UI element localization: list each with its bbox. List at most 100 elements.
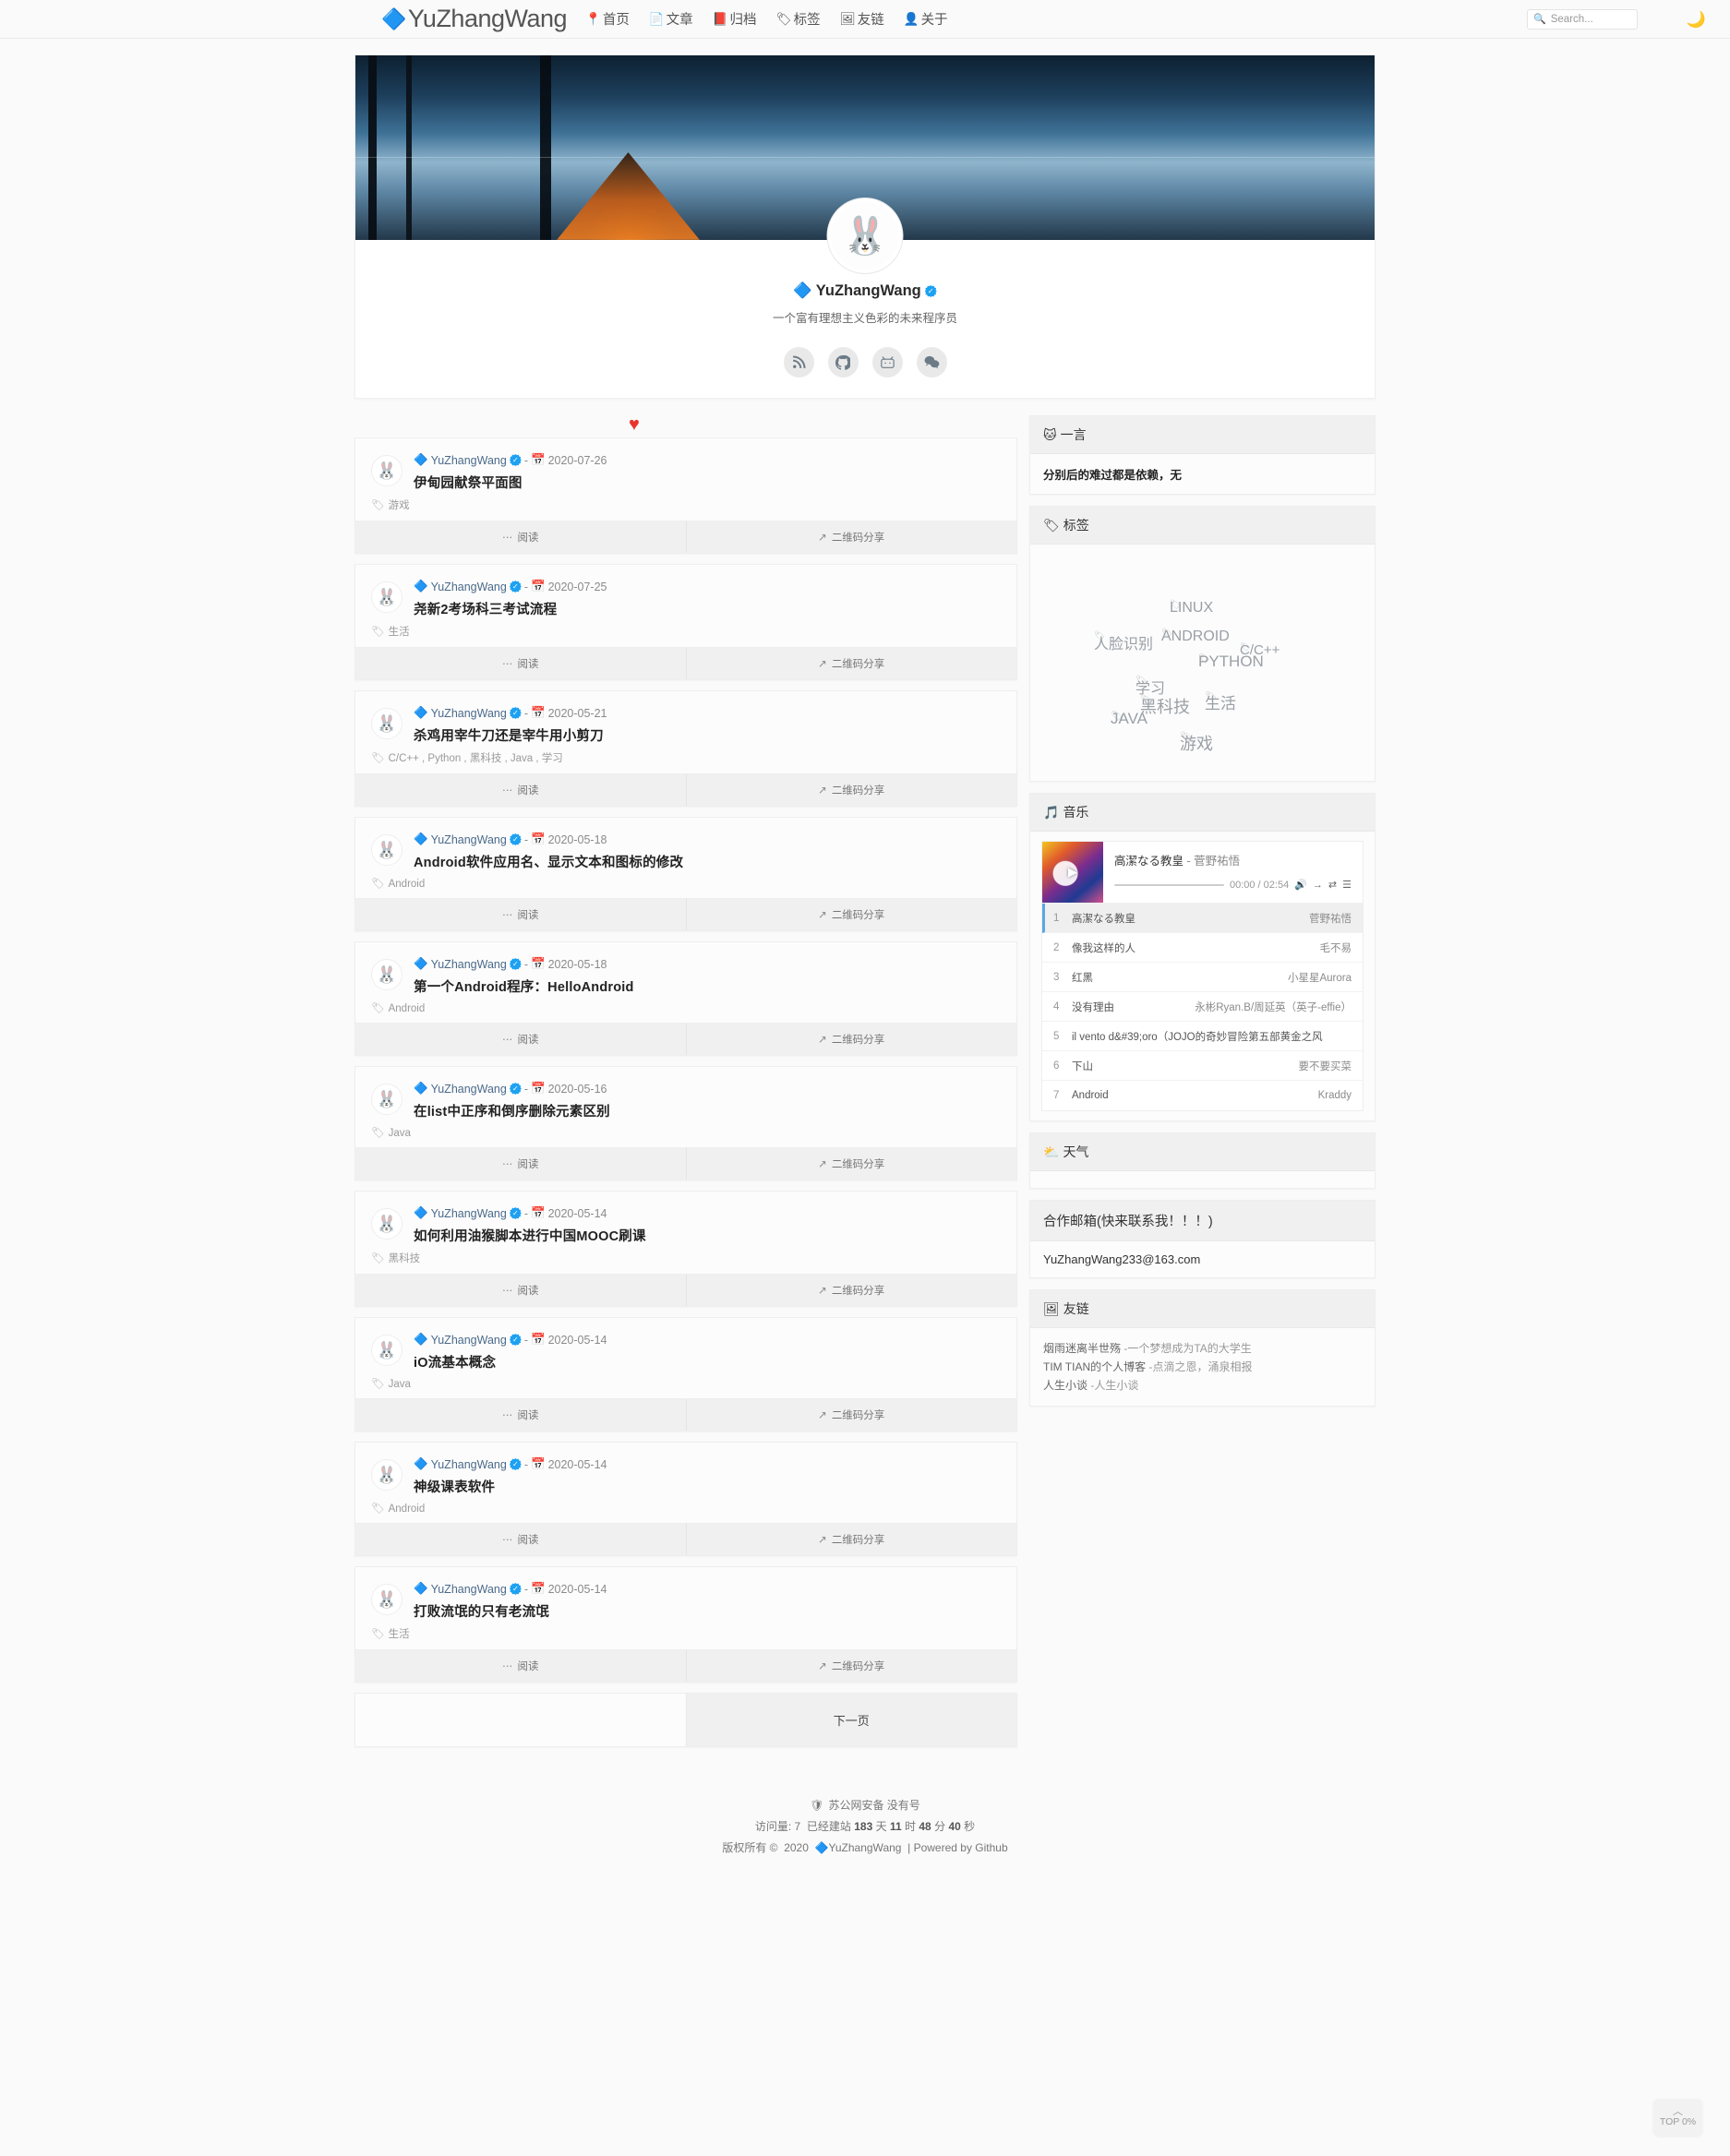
post-author[interactable]: YuZhangWang: [431, 1083, 507, 1096]
post-card[interactable]: 🐰 🔷 YuZhangWang - 📅 2020-07-25 尧新2考场科三考试…: [354, 564, 1017, 680]
qrcode-share-button[interactable]: ↗ 二维码分享: [685, 1399, 1017, 1431]
volume-icon[interactable]: 🔊: [1294, 879, 1307, 891]
playlist-item[interactable]: 5 il vento d&#39;oro（JOJO的奇妙冒险第五部黄金之风: [1042, 1022, 1363, 1051]
mail-address[interactable]: YuZhangWang233@163.com: [1030, 1241, 1375, 1277]
post-card[interactable]: 🐰 🔷 YuZhangWang - 📅 2020-05-16 在list中正序和…: [354, 1066, 1017, 1180]
playlist-toggle-icon[interactable]: ☰: [1342, 879, 1352, 891]
post-tags-label[interactable]: Java: [389, 1379, 411, 1390]
search-input[interactable]: 🔍 Search...: [1527, 8, 1638, 30]
read-button[interactable]: ⋯ 阅读: [355, 1524, 686, 1555]
friend-link-item[interactable]: 烟雨迷离半世殇 -一个梦想成为TA的大学生: [1043, 1339, 1362, 1358]
github-icon[interactable]: [827, 347, 859, 377]
theme-toggle-button[interactable]: 🌙: [1687, 11, 1706, 27]
post-card[interactable]: 🐰 🔷 YuZhangWang - 📅 2020-05-18 Android软件…: [354, 817, 1017, 931]
next-page-button[interactable]: 下一页: [685, 1694, 1016, 1746]
read-button[interactable]: ⋯ 阅读: [355, 1024, 686, 1055]
playlist-item[interactable]: 6 下山 要不要买菜: [1042, 1051, 1363, 1081]
post-author[interactable]: YuZhangWang: [431, 1458, 507, 1471]
track-index: 5: [1053, 1030, 1060, 1042]
qrcode-share-button[interactable]: ↗ 二维码分享: [685, 899, 1017, 930]
post-tags-label[interactable]: Android: [389, 879, 426, 890]
post-tags-label[interactable]: 黑科技: [389, 1253, 421, 1264]
post-title[interactable]: 在list中正序和倒序删除元素区别: [414, 1101, 610, 1120]
qrcode-share-button[interactable]: ↗ 二维码分享: [685, 774, 1017, 806]
post-tags-label[interactable]: Android: [389, 1503, 426, 1515]
post-title[interactable]: 打败流氓的只有老流氓: [414, 1601, 607, 1621]
post-tags-label[interactable]: Java: [389, 1128, 411, 1139]
post-title[interactable]: iO流基本概念: [414, 1352, 607, 1371]
post-card[interactable]: 🐰 🔷 YuZhangWang - 📅 2020-05-18 第一个Androi…: [354, 941, 1017, 1056]
friend-link-item[interactable]: 人生小谈 -人生小谈: [1043, 1376, 1362, 1395]
nav-item-friends[interactable]: 🖼 友链: [840, 9, 884, 29]
qrcode-share-button[interactable]: ↗ 二维码分享: [685, 1524, 1017, 1555]
brand-logo[interactable]: 🔷 YuZhangWang: [381, 5, 568, 33]
post-card[interactable]: 🐰 🔷 YuZhangWang - 📅 2020-05-14 神级课表软件: [354, 1442, 1017, 1556]
read-button[interactable]: ⋯ 阅读: [355, 521, 686, 553]
ellipsis-icon: ⋯: [502, 1410, 513, 1421]
post-author[interactable]: YuZhangWang: [431, 581, 507, 593]
qrcode-share-button[interactable]: ↗ 二维码分享: [685, 1650, 1017, 1682]
post-title[interactable]: 杀鸡用宰牛刀还是宰牛用小剪刀: [414, 725, 607, 745]
post-author[interactable]: YuZhangWang: [431, 833, 507, 846]
post-card[interactable]: 🐰 🔷 YuZhangWang - 📅 2020-07-26 伊甸园献祭平面图: [354, 437, 1017, 554]
album-cover[interactable]: [1042, 842, 1103, 903]
read-button[interactable]: ⋯ 阅读: [355, 1399, 686, 1431]
playlist-item[interactable]: 2 像我这样的人 毛不易: [1042, 933, 1363, 963]
nav-item-archive[interactable]: 📕 归档: [713, 9, 757, 29]
order-icon[interactable]: →: [1313, 880, 1323, 891]
post-card[interactable]: 🐰 🔷 YuZhangWang - 📅 2020-05-14 iO流基本概念: [354, 1317, 1017, 1431]
post-author[interactable]: YuZhangWang: [431, 1334, 507, 1347]
post-tags-label[interactable]: C/C++ , Python , 黑科技 , Java , 学习: [389, 753, 563, 764]
back-to-top-button[interactable]: ︿ TOP 0%: [1653, 2099, 1702, 2136]
playlist-item[interactable]: 7 Android Kraddy: [1042, 1081, 1363, 1110]
qrcode-share-button[interactable]: ↗ 二维码分享: [685, 521, 1017, 553]
post-tags-label[interactable]: 游戏: [389, 500, 410, 511]
avatar[interactable]: 🐰: [827, 198, 903, 273]
read-button[interactable]: ⋯ 阅读: [355, 774, 686, 806]
read-button[interactable]: ⋯ 阅读: [355, 1275, 686, 1306]
wechat-icon[interactable]: [916, 347, 947, 377]
qrcode-share-button[interactable]: ↗ 二维码分享: [685, 1148, 1017, 1180]
post-title[interactable]: 神级课表软件: [414, 1477, 607, 1496]
rss-icon[interactable]: [783, 347, 814, 377]
post-title[interactable]: 尧新2考场科三考试流程: [414, 599, 607, 618]
post-author[interactable]: YuZhangWang: [431, 454, 507, 467]
friend-link-item[interactable]: TIM TIAN的个人博客 -点滴之恩，涌泉相报: [1043, 1358, 1362, 1376]
qrcode-share-button[interactable]: ↗ 二维码分享: [685, 648, 1017, 679]
playlist-item[interactable]: 1 高潔なる教皇 菅野祐悟: [1042, 904, 1363, 933]
ellipsis-icon: ⋯: [502, 1661, 513, 1672]
post-card[interactable]: 🐰 🔷 YuZhangWang - 📅 2020-05-14 如何利用油猴脚本进…: [354, 1191, 1017, 1307]
nav-item-home[interactable]: 📍 首页: [585, 9, 630, 29]
playlist-item[interactable]: 3 红黑 小星星Aurora: [1042, 963, 1363, 992]
icp-line[interactable]: 🛡 苏公网安备 没有号: [0, 1795, 1730, 1816]
progress-bar[interactable]: [1114, 883, 1224, 886]
qrcode-share-button[interactable]: ↗ 二维码分享: [685, 1024, 1017, 1055]
playlist-item[interactable]: 4 没有理由 永彬Ryan.B/周延英（英子-effie）: [1042, 992, 1363, 1022]
copyright-owner[interactable]: YuZhangWang: [829, 1841, 902, 1854]
nav-item-about[interactable]: 👤 关于: [904, 9, 948, 29]
qrcode-share-button[interactable]: ↗ 二维码分享: [685, 1275, 1017, 1306]
post-tags-label[interactable]: 生活: [389, 627, 410, 638]
post-author[interactable]: YuZhangWang: [431, 958, 507, 971]
post-title[interactable]: 伊甸园献祭平面图: [414, 473, 607, 492]
loop-icon[interactable]: ⇄: [1328, 879, 1337, 891]
post-date: 2020-05-18: [547, 957, 607, 971]
read-button[interactable]: ⋯ 阅读: [355, 648, 686, 679]
post-tags-label[interactable]: 生活: [389, 1629, 410, 1640]
read-button[interactable]: ⋯ 阅读: [355, 899, 686, 930]
post-author[interactable]: YuZhangWang: [431, 1207, 507, 1220]
post-author[interactable]: YuZhangWang: [431, 707, 507, 720]
nav-item-articles[interactable]: 📄 文章: [649, 9, 693, 29]
nav-item-tags[interactable]: 🏷 标签: [775, 9, 820, 29]
verified-badge-icon: [509, 958, 522, 970]
post-card[interactable]: 🐰 🔷 YuZhangWang - 📅 2020-05-21 杀鸡用宰牛刀还是宰…: [354, 690, 1017, 807]
post-title[interactable]: 第一个Android程序：HelloAndroid: [414, 976, 634, 996]
read-button[interactable]: ⋯ 阅读: [355, 1148, 686, 1180]
post-title[interactable]: Android软件应用名、显示文本和图标的修改: [414, 852, 683, 871]
post-tags-label[interactable]: Android: [389, 1003, 426, 1014]
post-card[interactable]: 🐰 🔷 YuZhangWang - 📅 2020-05-14 打败流氓的只有老流…: [354, 1566, 1017, 1683]
post-title[interactable]: 如何利用油猴脚本进行中国MOOC刷课: [414, 1226, 646, 1245]
post-author[interactable]: YuZhangWang: [431, 1583, 507, 1596]
read-button[interactable]: ⋯ 阅读: [355, 1650, 686, 1682]
bilibili-icon[interactable]: [871, 347, 903, 377]
